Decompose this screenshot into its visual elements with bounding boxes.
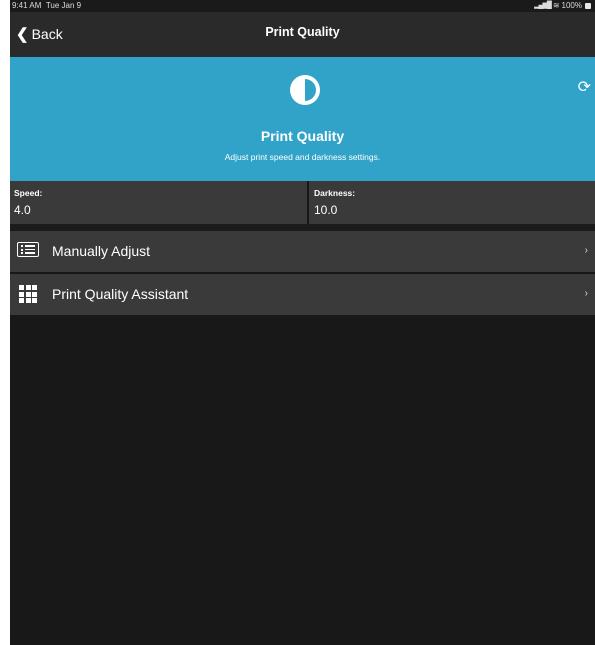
wifi-icon: ≋	[552, 1, 560, 10]
grid-icon	[19, 285, 37, 303]
status-date: Tue Jan 9	[45, 1, 82, 10]
chevron-right-icon: ›	[584, 288, 588, 299]
print-quality-assistant-row[interactable]: Print Quality Assistant ›	[10, 274, 595, 315]
status-bar: 9:41 AM Tue Jan 9 ▂▄▆█ ≋ 100%	[10, 0, 595, 12]
speed-value: 4.0	[14, 203, 31, 217]
hero-title: Print Quality	[260, 128, 345, 144]
darkness-value: 10.0	[314, 203, 338, 217]
status-right: ▂▄▆█ ≋ 100%	[534, 0, 591, 12]
empty-content-area	[10, 315, 595, 645]
chevron-right-icon: ›	[584, 245, 588, 256]
hero-subtitle: Adjust print speed and darkness settings…	[224, 152, 381, 162]
manually-adjust-row[interactable]: Manually Adjust ›	[10, 231, 595, 272]
manually-adjust-label: Manually Adjust	[52, 243, 151, 259]
battery-percent: 100%	[561, 1, 582, 10]
status-time: 9:41 AM	[12, 1, 42, 10]
speed-label: Speed:	[14, 188, 43, 198]
cellular-signal-icon: ▂▄▆█	[534, 2, 552, 9]
print-quality-assistant-label: Print Quality Assistant	[52, 286, 189, 302]
navigation-bar: ❮ Back Print Quality	[10, 12, 595, 57]
status-time-date: 9:41 AM Tue Jan 9	[12, 0, 81, 12]
refresh-icon[interactable]: ⟳	[578, 77, 591, 97]
list-icon	[17, 242, 39, 257]
hero-banner: ⟳ Print Quality Adjust print speed and d…	[10, 57, 595, 181]
speed-stat: Speed: 4.0	[10, 181, 307, 224]
app-frame: 9:41 AM Tue Jan 9 ▂▄▆█ ≋ 100% ❮ Back Pri…	[10, 0, 595, 645]
page-title: Print Quality	[265, 25, 340, 39]
section-divider	[10, 224, 595, 231]
half-circle-icon	[290, 75, 320, 105]
battery-icon	[585, 3, 591, 9]
darkness-label: Darkness:	[314, 188, 356, 198]
darkness-stat: Darkness: 10.0	[309, 181, 595, 224]
